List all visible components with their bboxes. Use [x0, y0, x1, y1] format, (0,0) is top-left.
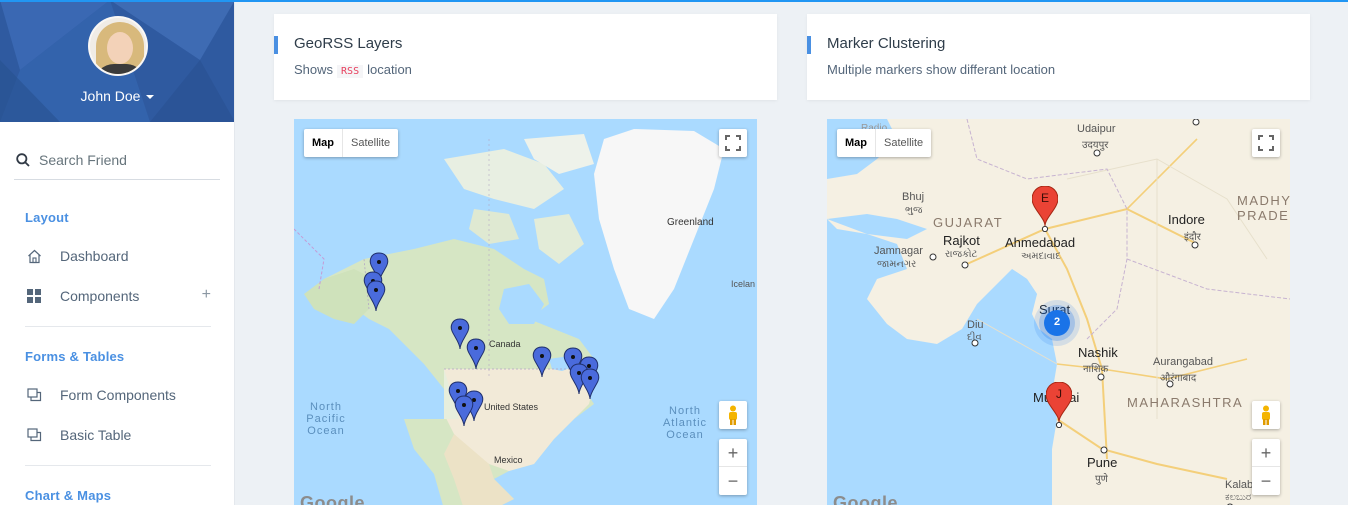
- sidebar-item-form-components[interactable]: Form Components: [25, 383, 215, 407]
- sidebar: John Doe Layout Dashboard Components + F…: [0, 0, 235, 505]
- nav-heading-forms-tables: Forms & Tables: [25, 349, 125, 364]
- marker-letter: E: [1040, 191, 1049, 205]
- marker-clustering-card-header: Marker Clustering Multiple markers show …: [807, 14, 1310, 100]
- map-pin[interactable]: [580, 368, 600, 400]
- home-icon: [25, 247, 43, 265]
- map-pin[interactable]: [532, 346, 552, 378]
- marker-cluster[interactable]: 2: [1033, 299, 1081, 347]
- zoom-out-button[interactable]: −: [719, 467, 747, 495]
- copy-icon: [25, 386, 43, 404]
- sidebar-item-basic-table[interactable]: Basic Table: [25, 423, 215, 447]
- zoom-control: + −: [1252, 439, 1280, 495]
- marker-clustering-map[interactable]: Radio Udaipur उदयपुर Bhuj ભુજ GUJARAT In…: [827, 119, 1290, 505]
- marker-letter: J: [1056, 387, 1062, 401]
- map-pin[interactable]: [466, 338, 486, 370]
- map-marker-j[interactable]: J: [1045, 381, 1073, 429]
- map-pin[interactable]: [454, 395, 474, 427]
- sidebar-item-dashboard[interactable]: Dashboard: [25, 244, 215, 268]
- map-marker-e[interactable]: E: [1031, 185, 1059, 233]
- zoom-out-button[interactable]: −: [1252, 467, 1280, 495]
- map-type-control: Map Satellite: [837, 129, 932, 157]
- pegman-icon: [729, 405, 737, 425]
- street-view-button[interactable]: [719, 401, 747, 429]
- zoom-in-button[interactable]: +: [1252, 439, 1280, 467]
- profile-banner: John Doe: [0, 0, 234, 122]
- card-subtitle: Shows RSS location: [294, 62, 412, 78]
- pegman-icon: [1262, 405, 1270, 425]
- fullscreen-button[interactable]: [1252, 129, 1280, 157]
- sidebar-item-label: Basic Table: [60, 427, 132, 443]
- copy-icon: [25, 426, 43, 444]
- card-title: GeoRSS Layers: [294, 35, 403, 52]
- cluster-count: 2: [1053, 316, 1061, 328]
- sidebar-item-components[interactable]: Components +: [25, 284, 215, 308]
- expand-icon[interactable]: +: [202, 286, 211, 304]
- fullscreen-icon: [1258, 135, 1274, 151]
- card-subtitle: Multiple markers show differant location: [827, 62, 1056, 77]
- avatar[interactable]: [88, 16, 148, 76]
- map-pin[interactable]: [366, 280, 386, 312]
- georss-pins: [363, 252, 600, 427]
- zoom-in-button[interactable]: +: [719, 439, 747, 467]
- sidebar-divider: [25, 326, 211, 327]
- grid-icon: [25, 287, 43, 305]
- search-box: [14, 140, 220, 180]
- caret-down-icon: [146, 95, 155, 100]
- map-type-satellite-button[interactable]: Satellite: [876, 129, 931, 157]
- zoom-control: + −: [719, 439, 747, 495]
- user-menu-toggle[interactable]: John Doe: [0, 88, 234, 104]
- top-accent-line: [0, 0, 1348, 2]
- map-type-control: Map Satellite: [304, 129, 399, 157]
- google-logo: Google: [300, 493, 365, 505]
- map-type-satellite-button[interactable]: Satellite: [343, 129, 398, 157]
- georss-card-header: GeoRSS Layers Shows RSS location: [274, 14, 777, 100]
- accent-bar: [807, 36, 811, 54]
- fullscreen-button[interactable]: [719, 129, 747, 157]
- fullscreen-icon: [725, 135, 741, 151]
- sidebar-item-label: Dashboard: [60, 248, 129, 264]
- card-title: Marker Clustering: [827, 35, 946, 52]
- map-pin[interactable]: [450, 318, 470, 350]
- sidebar-divider: [25, 465, 211, 466]
- username: John Doe: [80, 88, 141, 104]
- search-icon: [16, 152, 30, 167]
- sidebar-item-label: Form Components: [60, 387, 176, 403]
- map-type-map-button[interactable]: Map: [304, 129, 343, 157]
- google-logo: Google: [833, 493, 898, 505]
- street-view-button[interactable]: [1252, 401, 1280, 429]
- georss-map[interactable]: Greenland Icelan Canada United States Me…: [294, 119, 757, 505]
- sidebar-item-label: Components: [60, 288, 140, 304]
- rss-code: RSS: [337, 65, 364, 78]
- search-input[interactable]: [39, 151, 209, 168]
- nav-heading-layout: Layout: [25, 210, 69, 225]
- map-type-map-button[interactable]: Map: [837, 129, 876, 157]
- accent-bar: [274, 36, 278, 54]
- nav-heading-chart-maps: Chart & Maps: [25, 488, 112, 503]
